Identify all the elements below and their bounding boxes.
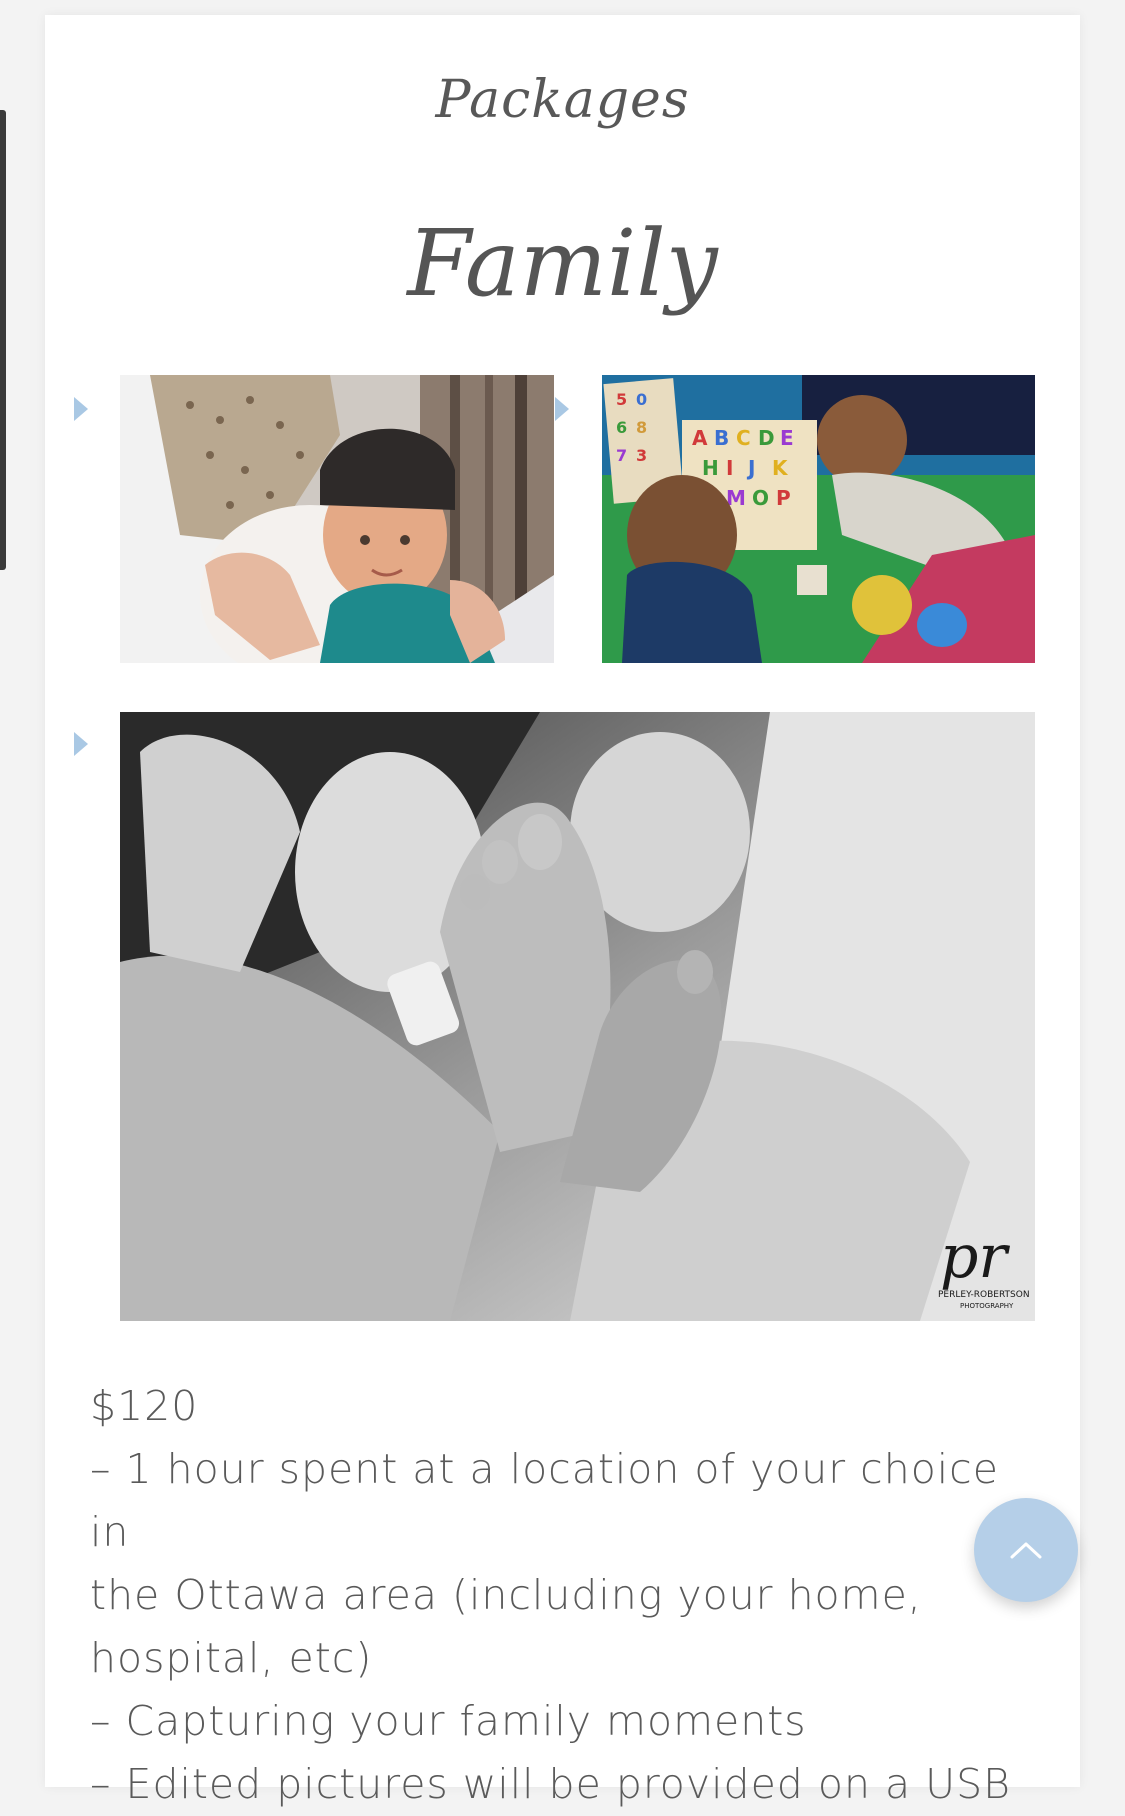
chevron-up-icon xyxy=(1010,1542,1042,1559)
package-line: – 1 hour spent at a location of your cho… xyxy=(90,1445,999,1556)
svg-text:7: 7 xyxy=(616,446,627,465)
package-title: Family xyxy=(407,210,718,317)
svg-text:B: B xyxy=(714,426,729,450)
gallery-arrow-icon xyxy=(555,397,569,421)
svg-text:6: 6 xyxy=(616,418,627,437)
mother-and-child-photo[interactable] xyxy=(120,375,554,663)
svg-text:H: H xyxy=(702,456,719,480)
svg-text:I: I xyxy=(726,456,733,480)
gallery-arrow-icon xyxy=(74,732,88,756)
package-line: – Capturing your family moments xyxy=(90,1697,807,1745)
svg-text:C: C xyxy=(736,426,751,450)
svg-text:E: E xyxy=(780,426,794,450)
svg-text:5: 5 xyxy=(616,390,627,409)
svg-text:A: A xyxy=(692,426,708,450)
svg-text:K: K xyxy=(772,456,789,480)
svg-text:O: O xyxy=(752,486,769,510)
package-line: – Edited pictures will be provided on a … xyxy=(90,1760,1011,1808)
svg-text:3: 3 xyxy=(636,446,647,465)
package-line: the Ottawa area (including your home, xyxy=(90,1571,922,1619)
svg-text:PHOTOGRAPHY: PHOTOGRAPHY xyxy=(960,1302,1014,1310)
scroll-to-top-button[interactable] xyxy=(974,1498,1078,1602)
package-card: Packages Family 5 0 6 8 7 3 A B C D E H … xyxy=(45,15,1080,1808)
svg-text:PERLEY-ROBERTSON: PERLEY-ROBERTSON xyxy=(938,1290,1030,1300)
section-title: Packages xyxy=(435,70,690,130)
svg-text:8: 8 xyxy=(636,418,647,437)
svg-text:P: P xyxy=(776,486,791,510)
package-line: hospital, etc) xyxy=(90,1634,373,1682)
children-puzzle-photo[interactable]: 50 68 73 AB CD E HI JK MO P xyxy=(602,375,1035,663)
svg-text:pr: pr xyxy=(940,1222,1010,1292)
svg-text:D: D xyxy=(758,426,775,450)
svg-text:J: J xyxy=(746,456,755,480)
package-description: $120 – 1 hour spent at a location of you… xyxy=(90,1375,1050,1816)
svg-text:0: 0 xyxy=(636,390,647,409)
side-drawer-handle[interactable] xyxy=(0,110,6,570)
package-price: $120 xyxy=(90,1382,199,1430)
gallery-arrow-icon xyxy=(74,397,88,421)
newborn-feet-photo[interactable]: pr PERLEY-ROBERTSON PHOTOGRAPHY xyxy=(120,712,1035,1321)
